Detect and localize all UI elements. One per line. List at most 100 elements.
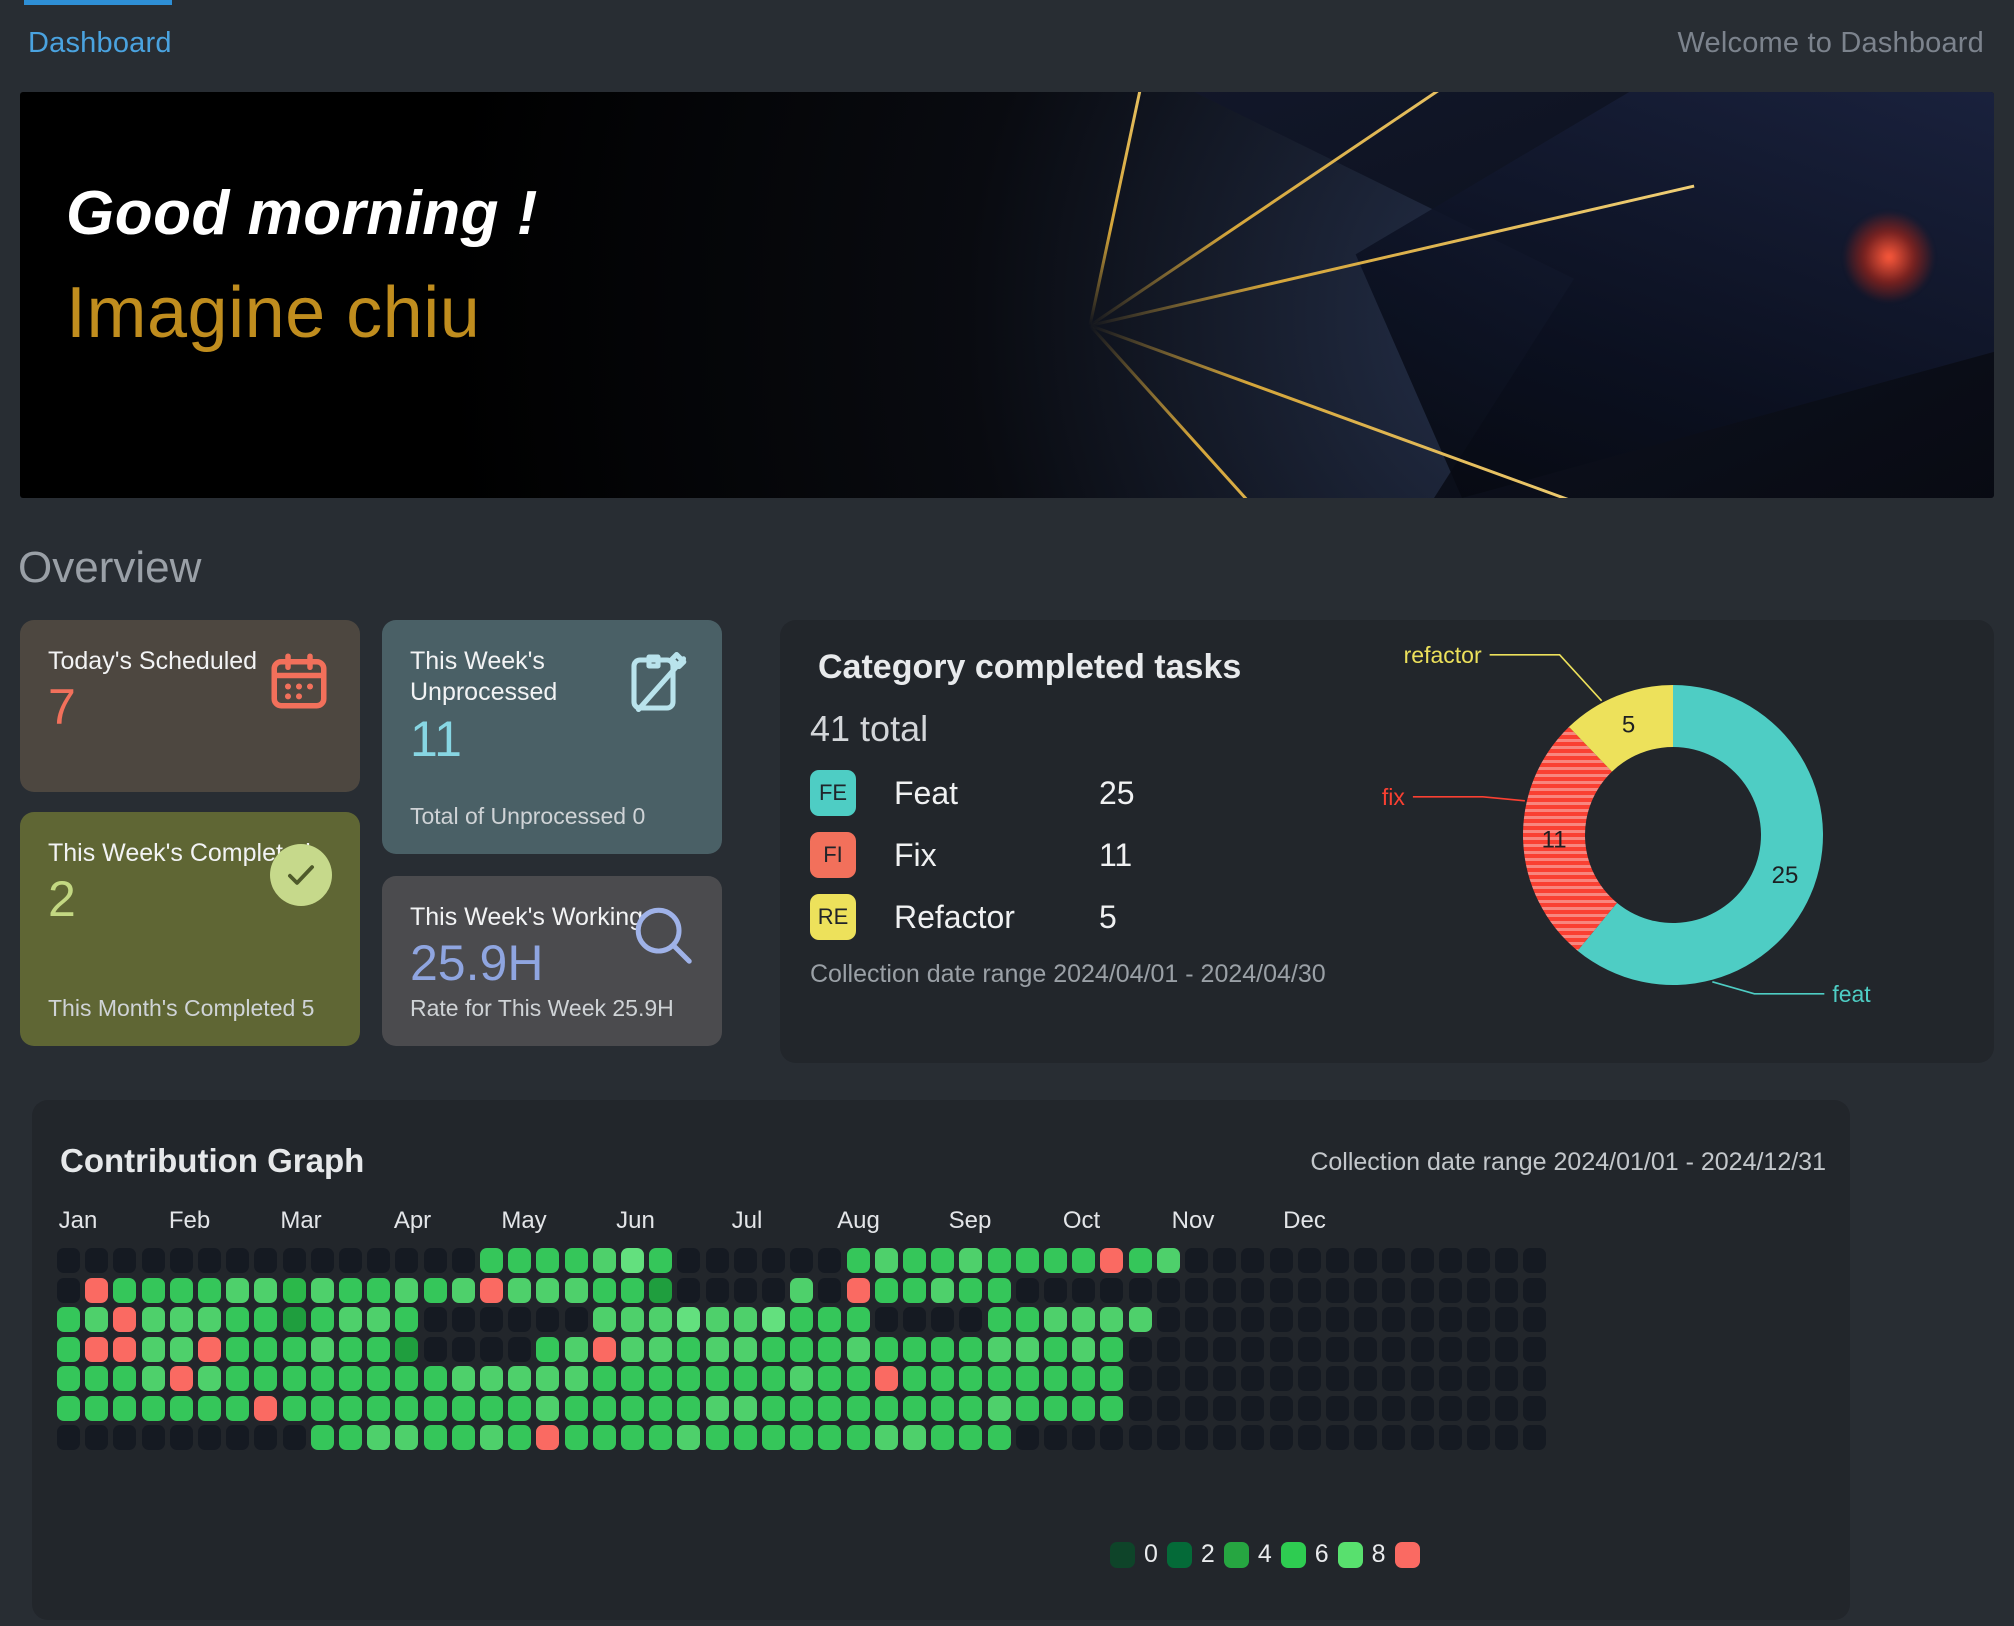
contribution-cell[interactable] [1015,1395,1039,1421]
contribution-cell[interactable] [705,1336,729,1362]
stat-card-this-weeks-completed[interactable]: This Week's Completed 2 This Month's Com… [20,812,360,1046]
contribution-cell[interactable] [226,1248,250,1273]
contribution-cell[interactable] [1072,1248,1096,1273]
contribution-cell[interactable] [339,1425,362,1450]
contribution-cell[interactable] [1185,1307,1208,1332]
contribution-cell[interactable] [1156,1307,1180,1332]
contribution-cell[interactable] [198,1336,221,1362]
contribution-cell[interactable] [57,1366,80,1391]
contribution-cell[interactable] [959,1395,983,1421]
contribution-cell[interactable] [339,1336,362,1362]
contribution-cell[interactable] [141,1425,165,1450]
contribution-cell[interactable] [564,1395,588,1421]
contribution-cell[interactable] [113,1425,137,1450]
contribution-cell[interactable] [508,1425,532,1450]
contribution-cell[interactable] [1072,1425,1096,1450]
contribution-cell[interactable] [790,1248,814,1273]
contribution-cell[interactable] [931,1307,955,1332]
contribution-cell[interactable] [1128,1366,1152,1391]
breadcrumb[interactable]: Dashboard [28,27,172,60]
contribution-cell[interactable] [931,1336,955,1362]
category-row[interactable]: FI Fix 11 [810,832,1132,878]
contribution-cell[interactable] [790,1277,814,1303]
contribution-cell[interactable] [339,1395,362,1421]
contribution-cell[interactable] [1269,1336,1293,1362]
contribution-cell[interactable] [451,1307,475,1332]
contribution-cell[interactable] [564,1366,588,1391]
contribution-cell[interactable] [254,1277,278,1303]
contribution-cell[interactable] [592,1307,616,1332]
contribution-cell[interactable] [480,1336,503,1362]
contribution-cell[interactable] [621,1366,644,1391]
contribution-cell[interactable] [85,1395,109,1421]
contribution-cell[interactable] [677,1277,701,1303]
contribution-cell[interactable] [1128,1307,1152,1332]
contribution-cell[interactable] [733,1366,757,1391]
contribution-cell[interactable] [1185,1277,1208,1303]
contribution-cell[interactable] [790,1366,814,1391]
contribution-cell[interactable] [57,1277,80,1303]
contribution-cell[interactable] [1241,1425,1265,1450]
contribution-cell[interactable] [959,1277,983,1303]
contribution-cell[interactable] [1156,1248,1180,1273]
contribution-cell[interactable] [1297,1425,1321,1450]
contribution-cell[interactable] [1326,1395,1349,1421]
contribution-cell[interactable] [536,1425,560,1450]
contribution-cell[interactable] [282,1307,306,1332]
contribution-cell[interactable] [198,1366,221,1391]
contribution-cell[interactable] [480,1277,503,1303]
contribution-cell[interactable] [1269,1395,1293,1421]
contribution-cell[interactable] [1382,1425,1406,1450]
contribution-cell[interactable] [1382,1336,1406,1362]
contribution-cell[interactable] [451,1366,475,1391]
contribution-cell[interactable] [1241,1307,1265,1332]
contribution-cell[interactable] [931,1248,955,1273]
contribution-cell[interactable] [621,1336,644,1362]
contribution-cell[interactable] [846,1366,870,1391]
contribution-cell[interactable] [1410,1366,1434,1391]
contribution-cell[interactable] [282,1248,306,1273]
contribution-cell[interactable] [141,1277,165,1303]
contribution-cell[interactable] [395,1277,419,1303]
contribution-cell[interactable] [536,1366,560,1391]
contribution-cell[interactable] [113,1307,137,1332]
contribution-cell[interactable] [423,1336,447,1362]
contribution-cell[interactable] [113,1277,137,1303]
contribution-cell[interactable] [536,1307,560,1332]
category-row[interactable]: FE Feat 25 [810,770,1135,816]
contribution-cell[interactable] [169,1395,193,1421]
contribution-cell[interactable] [1128,1336,1152,1362]
contribution-cell[interactable] [1467,1307,1490,1332]
contribution-cell[interactable] [85,1366,109,1391]
contribution-cell[interactable] [677,1395,701,1421]
contribution-cell[interactable] [395,1248,419,1273]
contribution-cell[interactable] [451,1395,475,1421]
contribution-cell[interactable] [987,1248,1011,1273]
contribution-cell[interactable] [649,1248,673,1273]
contribution-cell[interactable] [733,1248,757,1273]
contribution-cell[interactable] [790,1336,814,1362]
contribution-cell[interactable] [705,1307,729,1332]
contribution-cell[interactable] [903,1277,926,1303]
contribution-cell[interactable] [1495,1248,1519,1273]
contribution-cell[interactable] [649,1425,673,1450]
contribution-cell[interactable] [367,1307,391,1332]
contribution-cell[interactable] [1495,1366,1519,1391]
contribution-cell[interactable] [508,1277,532,1303]
contribution-cell[interactable] [1354,1336,1378,1362]
contribution-cell[interactable] [57,1248,80,1273]
contribution-cell[interactable] [395,1425,419,1450]
contribution-cell[interactable] [592,1277,616,1303]
contribution-cell[interactable] [254,1395,278,1421]
contribution-cell[interactable] [1467,1248,1490,1273]
contribution-cell[interactable] [1297,1336,1321,1362]
contribution-cell[interactable] [395,1366,419,1391]
contribution-cell[interactable] [818,1366,842,1391]
contribution-cell[interactable] [1156,1425,1180,1450]
contribution-cell[interactable] [1241,1248,1265,1273]
contribution-cell[interactable] [113,1336,137,1362]
contribution-cell[interactable] [846,1248,870,1273]
contribution-cell[interactable] [1044,1366,1067,1391]
category-row[interactable]: RE Refactor 5 [810,894,1117,940]
contribution-cell[interactable] [621,1425,644,1450]
